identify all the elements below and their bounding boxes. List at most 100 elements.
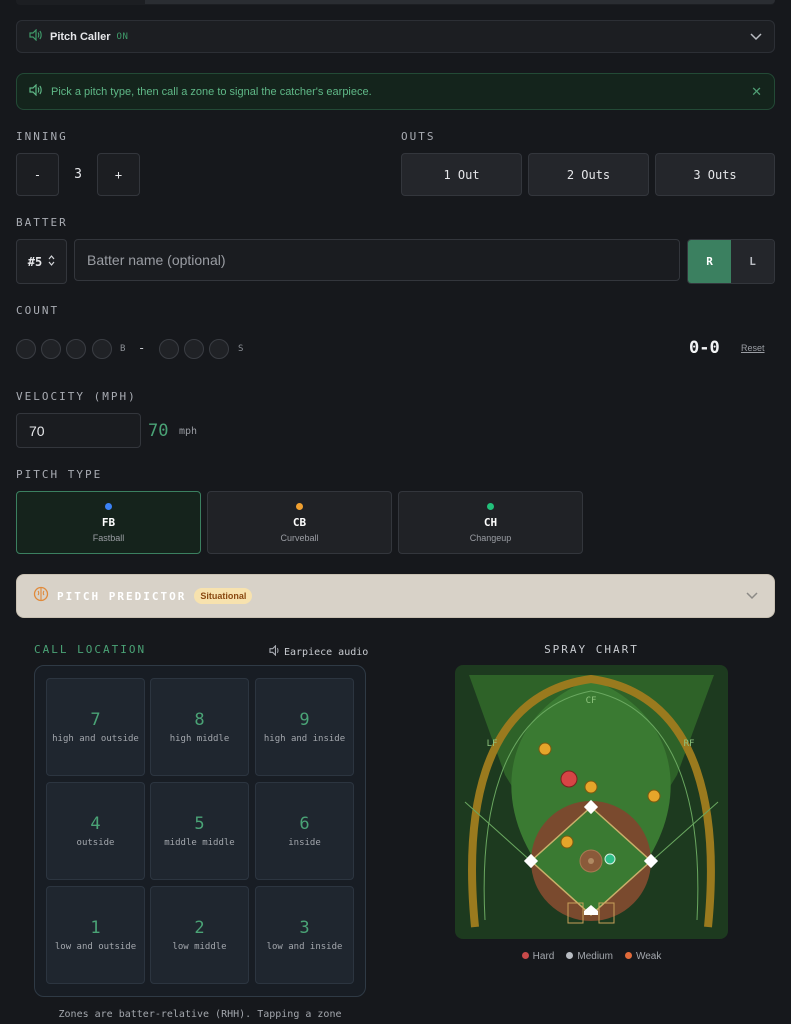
spray-hit-marker: [584, 780, 598, 794]
updown-chevron-icon: [48, 254, 55, 269]
field-label-rf: RF: [684, 739, 695, 749]
zone-3[interactable]: 3 low and inside: [255, 886, 354, 984]
zone-label: high and inside: [263, 734, 346, 744]
speaker-icon: [29, 28, 42, 46]
zone-label: high and outside: [52, 734, 139, 744]
speaker-icon: [269, 643, 281, 661]
hand-right-button[interactable]: R: [688, 240, 731, 283]
strike-dot[interactable]: [209, 339, 229, 359]
speaker-icon: [29, 83, 43, 101]
strikes-label: S: [238, 344, 244, 354]
zone-6[interactable]: 6 inside: [255, 782, 354, 880]
pitch-name: Curveball: [280, 532, 319, 543]
pitch-color-dot: [105, 502, 112, 510]
spray-chart-field: CF LF RF: [455, 665, 728, 939]
zone-label: inside: [288, 838, 321, 848]
notice-text: Pick a pitch type, then call a zone to s…: [51, 85, 372, 98]
count-display: 0-0: [689, 338, 720, 358]
spray-hit-marker: [560, 835, 574, 849]
hand-left-button[interactable]: L: [731, 240, 774, 283]
zone-number: 7: [90, 710, 101, 730]
outs-3-button[interactable]: 3 Outs: [655, 153, 775, 196]
pitch-caller-status: ON: [116, 31, 129, 42]
outs-1-button[interactable]: 1 Out: [401, 153, 522, 196]
count-reset-link[interactable]: Reset: [741, 343, 765, 353]
ball-dot[interactable]: [41, 339, 61, 359]
pitch-code: CH: [483, 515, 498, 529]
pitch-name: Fastball: [92, 532, 125, 543]
strike-dot[interactable]: [184, 339, 204, 359]
strike-zone-grid: 7 high and outside 8 high middle 9 high …: [34, 665, 366, 997]
spray-legend: Hard Medium Weak: [455, 951, 728, 962]
zone-number: 1: [90, 918, 101, 938]
balls-label: B: [120, 344, 126, 354]
pitch-predictor-toggle[interactable]: PITCH PREDICTOR Situational: [16, 574, 775, 618]
earpiece-audio-label: Earpiece audio: [284, 646, 369, 658]
inning-value: 3: [74, 167, 82, 182]
pitching-rubber: [588, 858, 594, 864]
batter-number-select[interactable]: #5: [16, 239, 67, 284]
velocity-label: VELOCITY (MPH): [16, 390, 137, 403]
velocity-input[interactable]: [16, 413, 141, 448]
chevron-down-icon: [746, 587, 758, 605]
outs-label: OUTS: [401, 130, 436, 143]
ball-dot[interactable]: [16, 339, 36, 359]
zone-label: outside: [76, 838, 115, 848]
pitch-caller-toggle[interactable]: Pitch Caller ON: [16, 20, 775, 53]
zone-5[interactable]: 5 middle middle: [150, 782, 249, 880]
pitch-option-curveball[interactable]: CB Curveball: [207, 491, 392, 554]
zone-8[interactable]: 8 high middle: [150, 678, 249, 776]
zone-1[interactable]: 1 low and outside: [46, 886, 145, 984]
earpiece-audio-toggle[interactable]: Earpiece audio: [269, 643, 368, 661]
batter-number-value: #5: [27, 254, 43, 269]
ball-dot[interactable]: [92, 339, 112, 359]
close-icon[interactable]: ✕: [751, 84, 762, 100]
zone-number: 3: [299, 918, 310, 938]
pitch-option-changeup[interactable]: CH Changeup: [398, 491, 583, 554]
field-label-cf: CF: [586, 696, 597, 706]
spray-chart-title: SPRAY CHART: [544, 643, 639, 656]
predictor-badge: Situational: [194, 588, 253, 604]
info-notice: Pick a pitch type, then call a zone to s…: [16, 73, 775, 110]
spray-hit-marker: [538, 742, 552, 756]
brain-icon: [33, 586, 49, 607]
zone-label: low and inside: [266, 942, 343, 952]
field-label-lf: LF: [487, 739, 498, 749]
zone-number: 9: [299, 710, 310, 730]
batter-label: BATTER: [16, 216, 68, 229]
pitch-caller-label: Pitch Caller: [50, 30, 111, 43]
pitch-code: FB: [101, 515, 116, 529]
velocity-display: 70: [148, 421, 169, 441]
zone-9[interactable]: 9 high and inside: [255, 678, 354, 776]
legend-item-medium: Medium: [566, 951, 613, 962]
batter-name-input[interactable]: [74, 239, 680, 281]
legend-item-hard: Hard: [521, 951, 554, 962]
count-separator: -: [138, 341, 146, 355]
ball-dot[interactable]: [66, 339, 86, 359]
zone-4[interactable]: 4 outside: [46, 782, 145, 880]
zone-7[interactable]: 7 high and outside: [46, 678, 145, 776]
pitch-name: Changeup: [469, 532, 512, 543]
spray-hit-marker: [560, 770, 578, 788]
zone-number: 4: [90, 814, 101, 834]
zone-number: 8: [194, 710, 205, 730]
chevron-down-icon: [750, 28, 762, 46]
zone-label: high middle: [169, 734, 230, 744]
pitch-color-dot: [487, 502, 494, 510]
inning-decrement-button[interactable]: -: [16, 153, 59, 196]
batter-hand-toggle: R L: [687, 239, 775, 284]
top-tab-strip: [16, 0, 775, 5]
spray-hit-marker: [604, 853, 616, 865]
legend-item-weak: Weak: [624, 951, 661, 962]
inning-increment-button[interactable]: +: [97, 153, 140, 196]
inning-label: INNING: [16, 130, 68, 143]
strike-dot[interactable]: [159, 339, 179, 359]
spray-hit-marker: [647, 789, 661, 803]
velocity-unit: mph: [179, 426, 198, 437]
outs-2-button[interactable]: 2 Outs: [528, 153, 649, 196]
zone-number: 5: [194, 814, 205, 834]
count-label: COUNT: [16, 304, 60, 317]
pitch-option-fastball[interactable]: FB Fastball: [16, 491, 201, 554]
zone-2[interactable]: 2 low middle: [150, 886, 249, 984]
zone-number: 2: [194, 918, 205, 938]
